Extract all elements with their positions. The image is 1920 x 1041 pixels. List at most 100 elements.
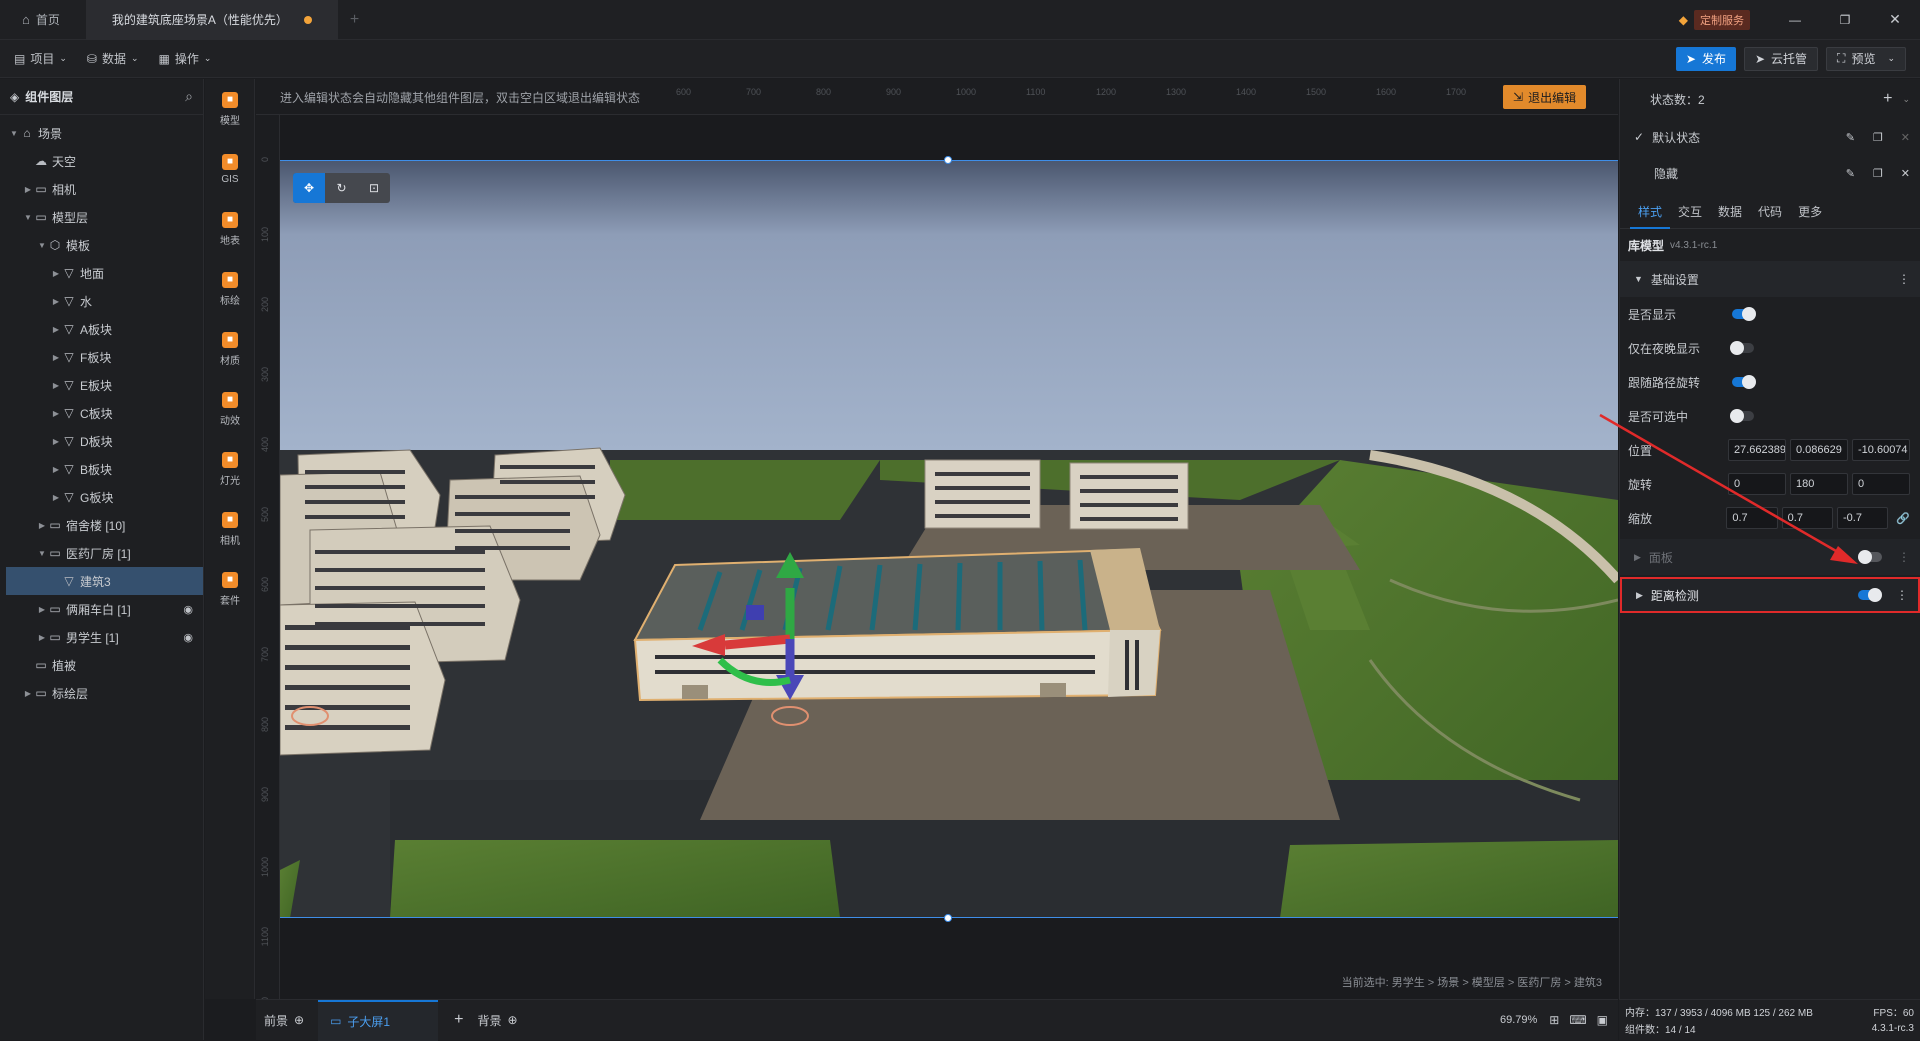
section-basic-settings[interactable]: ▼ 基础设置 ⋮ — [1620, 261, 1920, 297]
is-visible-toggle[interactable] — [1732, 307, 1756, 321]
move-mode-button[interactable]: ✥ — [293, 173, 325, 203]
terminal-icon[interactable]: ▣ — [1597, 1013, 1608, 1027]
close-icon[interactable]: ✕ — [1870, 11, 1920, 28]
selectable-toggle[interactable] — [1730, 409, 1754, 423]
layer-item[interactable]: ▶ ▽ 水 — [0, 287, 203, 315]
tool-3[interactable]: ■ 标绘 — [205, 259, 255, 319]
fit-screen-icon[interactable]: ⊞ — [1549, 1013, 1559, 1027]
delete-icon[interactable]: ✕ — [1901, 131, 1910, 144]
scale-z-input[interactable]: -0.7 — [1836, 507, 1889, 529]
layer-item[interactable]: ▶ ▭ 相机 — [0, 175, 203, 203]
edit-icon[interactable]: ✎ — [1846, 131, 1855, 144]
caret-right-icon[interactable]: ▶ — [22, 689, 34, 698]
caret-right-icon[interactable]: ▶ — [50, 437, 62, 446]
tab-2[interactable]: 数据 — [1710, 195, 1750, 229]
link-icon[interactable]: 🔗 — [1896, 512, 1910, 525]
eye-hidden-icon[interactable]: ◉ — [183, 603, 193, 616]
layer-item[interactable]: ▼ ⬡ 模板 — [0, 231, 203, 259]
scale-mode-button[interactable]: ⊡ — [358, 173, 390, 203]
rotation-y-input[interactable]: 180 — [1790, 473, 1848, 495]
more-vertical-icon[interactable]: ⋮ — [1896, 588, 1908, 602]
tool-6[interactable]: ■ 灯光 — [205, 439, 255, 499]
tab-0[interactable]: 样式 — [1630, 195, 1671, 229]
tool-7[interactable]: ■ 相机 — [205, 499, 255, 559]
chevron-down-icon[interactable]: ⌄ — [1902, 94, 1910, 105]
layer-item[interactable]: ▶ ▽ G板块 — [0, 483, 203, 511]
exit-edit-button[interactable]: ⇲ 退出编辑 — [1503, 85, 1587, 109]
tool-2[interactable]: ■ 地表 — [205, 199, 255, 259]
resize-handle-top[interactable] — [944, 156, 952, 164]
tab-home[interactable]: ⌂ 首页 — [0, 0, 78, 40]
caret-right-icon[interactable]: ▶ — [50, 465, 62, 474]
layer-item[interactable]: ☁ 天空 — [0, 147, 203, 175]
position-x-input[interactable]: 27.662389 — [1728, 439, 1786, 461]
layer-item[interactable]: ▶ ▽ E板块 — [0, 371, 203, 399]
edit-icon[interactable]: ✎ — [1846, 167, 1855, 180]
publish-button[interactable]: ➤ 发布 — [1675, 46, 1736, 71]
position-z-input[interactable]: -10.60074 — [1852, 439, 1910, 461]
distance-detection-toggle[interactable] — [1858, 588, 1882, 602]
tab-1[interactable]: 交互 — [1670, 195, 1710, 229]
tool-5[interactable]: ■ 动效 — [205, 379, 255, 439]
caret-down-icon[interactable]: ▼ — [22, 213, 34, 222]
background-tab[interactable]: 背景 ⊕ — [477, 1012, 517, 1029]
tab-document[interactable]: 我的建筑底座场景A（性能优先） — [85, 0, 338, 40]
copy-icon[interactable]: ❐ — [1873, 131, 1883, 144]
caret-right-icon[interactable]: ▶ — [50, 269, 62, 278]
caret-right-icon[interactable]: ▶ — [36, 521, 48, 530]
tool-1[interactable]: ■ GIS — [205, 139, 255, 199]
caret-right-icon[interactable]: ▶ — [36, 605, 48, 614]
layer-item[interactable]: ▶ ▭ 宿舍楼 [10] — [0, 511, 203, 539]
caret-right-icon[interactable]: ▶ — [50, 381, 62, 390]
menu-project[interactable]: ▤ 项目 ⌄ — [0, 40, 77, 78]
caret-down-icon[interactable]: ▼ — [8, 129, 20, 138]
night-only-toggle[interactable] — [1730, 341, 1754, 355]
panel-toggle[interactable] — [1858, 550, 1882, 564]
scale-x-input[interactable]: 0.7 — [1726, 507, 1778, 529]
rotate-mode-button[interactable]: ↻ — [325, 173, 358, 203]
copy-icon[interactable]: ❐ — [1873, 167, 1883, 180]
cloud-hosting-button[interactable]: ➤ 云托管 — [1743, 46, 1819, 71]
position-y-input[interactable]: 0.086629 — [1790, 439, 1848, 461]
sub-screen-tab[interactable]: ▭ 子大屏1 — [318, 999, 439, 1041]
layer-item[interactable]: ▶ ▽ F板块 — [0, 343, 203, 371]
custom-service-button[interactable]: ◆ 定制服务 — [1679, 9, 1750, 30]
new-tab-button[interactable]: + — [350, 11, 359, 29]
tool-4[interactable]: ■ 材质 — [205, 319, 255, 379]
layer-item[interactable]: ▼ ▭ 模型层 — [0, 203, 203, 231]
layer-item[interactable]: ▼ ▭ 医药厂房 [1] — [0, 539, 203, 567]
add-state-icon[interactable]: + — [1883, 90, 1892, 108]
layer-item[interactable]: ▶ ▭ 标绘层 — [0, 679, 203, 707]
layer-item[interactable]: ▽ 建筑3 — [6, 567, 203, 595]
state-hidden[interactable]: 隐藏 ✎ ❐ ✕ — [1620, 155, 1920, 191]
keyboard-icon[interactable]: ⌨ — [1569, 1013, 1586, 1027]
rotation-x-input[interactable]: 0 — [1728, 473, 1786, 495]
layer-item[interactable]: ▶ ▽ 地面 — [0, 259, 203, 287]
editor-canvas[interactable]: 进入编辑状态会自动隐藏其他组件图层，双击空白区域退出编辑状态 600 700 800… — [256, 79, 1618, 1017]
3d-viewport[interactable]: ✥ ↻ ⊡ — [280, 160, 1618, 918]
section-panel[interactable]: ▶ 面板 ⋮ — [1620, 539, 1920, 575]
restore-icon[interactable]: ❐ — [1820, 13, 1870, 27]
layer-item[interactable]: ▶ ▭ 俩厢车白 [1] ◉ — [0, 595, 203, 623]
delete-icon[interactable]: ✕ — [1901, 167, 1910, 180]
rotation-z-input[interactable]: 0 — [1852, 473, 1910, 495]
layer-item[interactable]: ▶ ▽ B板块 — [0, 455, 203, 483]
layer-item[interactable]: ▼ ⌂ 场景 — [0, 119, 203, 147]
add-screen-icon[interactable]: + — [454, 1011, 463, 1029]
caret-down-icon[interactable]: ▼ — [36, 549, 48, 558]
scale-y-input[interactable]: 0.7 — [1781, 507, 1833, 529]
layer-item[interactable]: ▶ ▽ A板块 — [0, 315, 203, 343]
tab-3[interactable]: 代码 — [1750, 195, 1790, 229]
caret-down-icon[interactable]: ▼ — [36, 241, 48, 250]
tool-0[interactable]: ■ 模型 — [205, 79, 255, 139]
layer-item[interactable]: ▶ ▽ C板块 — [0, 399, 203, 427]
menu-data[interactable]: ⛁ 数据 ⌄ — [77, 40, 149, 78]
zoom-level[interactable]: 69.79% — [1500, 1014, 1537, 1026]
foreground-tab[interactable]: 前景 ⊕ — [256, 1012, 304, 1029]
tab-4[interactable]: 更多 — [1790, 195, 1830, 229]
caret-right-icon[interactable]: ▶ — [50, 325, 62, 334]
caret-right-icon[interactable]: ▶ — [50, 409, 62, 418]
caret-right-icon[interactable]: ▶ — [50, 493, 62, 502]
selected-building-3[interactable] — [633, 548, 1162, 702]
menu-operation[interactable]: ▦ 操作 ⌄ — [149, 40, 222, 78]
